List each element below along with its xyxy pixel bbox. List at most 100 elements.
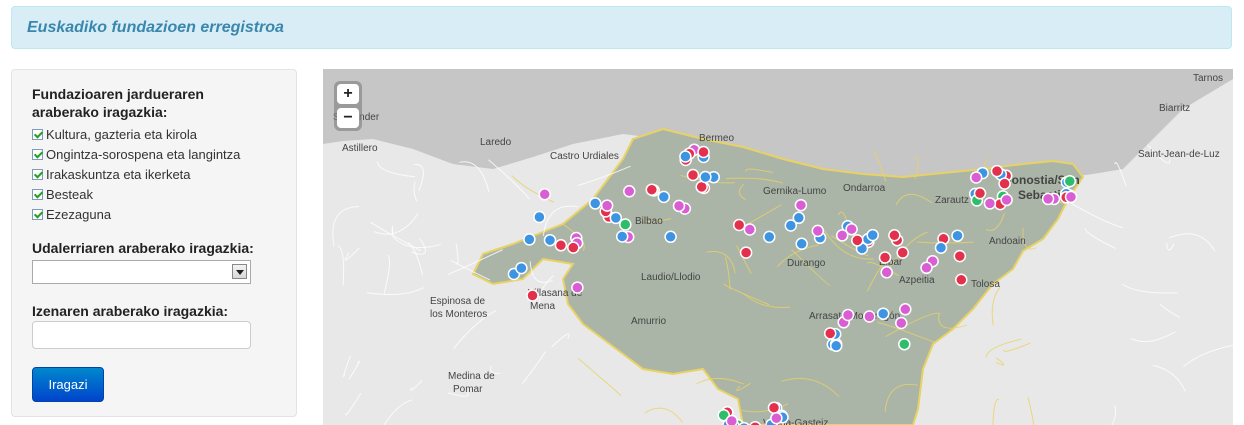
foundation-marker[interactable]	[588, 197, 602, 210]
foundation-marker[interactable]	[1064, 190, 1078, 204]
foundation-marker[interactable]	[823, 327, 837, 340]
activity-option-charity[interactable]: Ongintza-sorospena eta langintza	[32, 144, 240, 164]
foundation-marker[interactable]	[899, 303, 912, 316]
filter-submit-button[interactable]: Iragazi	[32, 367, 104, 402]
foundation-marker[interactable]	[876, 307, 890, 320]
foundation-marker[interactable]	[657, 190, 671, 204]
zoom-in-button[interactable]: +	[337, 84, 359, 104]
foundation-marker[interactable]	[567, 241, 580, 254]
foundation-marker[interactable]	[841, 308, 855, 322]
checkbox-label[interactable]: Besteak	[46, 187, 93, 202]
chevron-down-icon[interactable]	[232, 264, 247, 279]
map-place-label: Tarnos	[1193, 73, 1223, 84]
foundation-marker[interactable]	[983, 197, 997, 210]
foundation-marker[interactable]	[794, 198, 808, 212]
foundation-marker[interactable]	[896, 246, 909, 259]
checkbox[interactable]	[32, 128, 43, 140]
foundation-marker[interactable]	[795, 237, 808, 251]
foundation-marker[interactable]	[533, 210, 546, 224]
page-header: Euskadiko fundazioen erregistroa	[11, 6, 1232, 49]
municipality-select[interactable]	[32, 260, 251, 284]
foundation-marker[interactable]	[951, 229, 964, 242]
map-place-label: Bilbao	[635, 216, 663, 227]
checkbox-label[interactable]: Irakaskuntza eta ikerketa	[46, 167, 191, 182]
map-place-label: Bermeo	[699, 133, 734, 144]
checkbox[interactable]	[32, 188, 43, 200]
foundation-marker[interactable]	[851, 234, 864, 247]
foundation-marker[interactable]	[615, 230, 629, 243]
foundation-marker[interactable]	[697, 145, 710, 159]
foundation-marker[interactable]	[732, 218, 746, 232]
foundation-marker[interactable]	[811, 224, 825, 238]
foundation-marker[interactable]	[866, 228, 879, 242]
foundation-marker[interactable]	[725, 414, 739, 425]
checkbox-label[interactable]: Kultura, gazteria eta kirola	[46, 127, 197, 142]
foundation-marker[interactable]	[743, 223, 757, 236]
foundation-marker[interactable]	[600, 199, 614, 212]
foundation-marker[interactable]	[664, 230, 677, 244]
foundation-marker[interactable]	[934, 241, 948, 254]
activity-option-education[interactable]: Irakaskuntza eta ikerketa	[32, 164, 240, 184]
foundation-marker[interactable]	[763, 230, 776, 244]
foundation-marker[interactable]	[645, 183, 659, 196]
map-place-label: Biarritz	[1159, 103, 1190, 114]
foundation-marker[interactable]	[1041, 192, 1055, 206]
foundation-marker[interactable]	[953, 249, 967, 263]
checkbox[interactable]	[32, 208, 43, 220]
foundation-marker[interactable]	[895, 316, 908, 330]
foundation-marker[interactable]	[998, 177, 1011, 190]
activity-option-culture[interactable]: Kultura, gazteria eta kirola	[32, 124, 240, 144]
foundation-marker[interactable]	[686, 168, 700, 182]
foundation-marker[interactable]	[554, 239, 568, 252]
foundation-marker[interactable]	[920, 261, 933, 275]
foundation-marker[interactable]	[623, 185, 636, 198]
foundation-marker[interactable]	[829, 339, 843, 353]
map-place-label: Amurrio	[631, 316, 666, 327]
foundation-marker[interactable]	[739, 246, 753, 259]
map-canvas[interactable]: TarnosBiarritzSaint-Jean-de-LuzDonostia/…	[323, 69, 1233, 425]
foundation-marker[interactable]	[888, 229, 901, 242]
foundation-marker[interactable]	[1063, 174, 1077, 188]
foundation-marker[interactable]	[515, 261, 528, 275]
checkbox[interactable]	[32, 148, 43, 160]
foundation-marker[interactable]	[767, 401, 781, 414]
name-filter-input[interactable]	[32, 321, 251, 349]
foundation-marker[interactable]	[526, 289, 539, 302]
activity-option-unknown[interactable]: Ezezaguna	[32, 204, 240, 224]
checkbox-label[interactable]: Ongintza-sorospena eta langintza	[46, 147, 240, 162]
activity-checkbox-list: Kultura, gazteria eta kirola Ongintza-so…	[32, 124, 240, 224]
foundation-marker[interactable]	[880, 266, 893, 279]
foundation-marker[interactable]	[835, 229, 849, 242]
foundation-marker[interactable]	[538, 188, 551, 201]
foundation-marker[interactable]	[770, 411, 783, 425]
map-place-label: Laredo	[480, 137, 512, 148]
checkbox-label[interactable]: Ezezaguna	[46, 207, 111, 222]
foundation-marker[interactable]	[523, 233, 536, 246]
foundation-marker[interactable]	[969, 171, 983, 184]
municipality-filter-label: Udalerriaren araberako iragazkia:	[32, 240, 254, 256]
foundation-marker[interactable]	[679, 150, 692, 163]
map-place-label: Azpeitia	[899, 275, 935, 286]
map-view[interactable]: Tarnos Biarritz Saint-Jean-de-Luz Donostia/…	[323, 69, 1233, 425]
map-place-label: Tolosa	[971, 279, 1000, 290]
foundation-marker[interactable]	[863, 310, 876, 323]
checkbox[interactable]	[32, 168, 43, 180]
foundation-marker[interactable]	[571, 281, 584, 294]
foundation-marker[interactable]	[973, 187, 987, 200]
zoom-out-button[interactable]: −	[337, 108, 359, 128]
map-place-label: los Monteros	[430, 309, 487, 320]
foundation-marker[interactable]	[672, 199, 686, 213]
foundation-marker[interactable]	[990, 164, 1004, 178]
foundation-marker[interactable]	[699, 170, 712, 184]
foundation-marker[interactable]	[619, 218, 632, 231]
foundation-marker[interactable]	[543, 233, 557, 247]
activity-option-other[interactable]: Besteak	[32, 184, 240, 204]
foundation-marker[interactable]	[609, 211, 623, 225]
foundation-marker[interactable]	[1000, 193, 1013, 207]
foundation-marker[interactable]	[955, 273, 968, 287]
foundation-marker[interactable]	[898, 337, 911, 351]
foundation-marker[interactable]	[878, 251, 892, 264]
foundation-marker[interactable]	[792, 211, 806, 225]
map-place-label: Zarautz	[935, 195, 969, 206]
map-place-label: Ondarroa	[843, 183, 886, 194]
